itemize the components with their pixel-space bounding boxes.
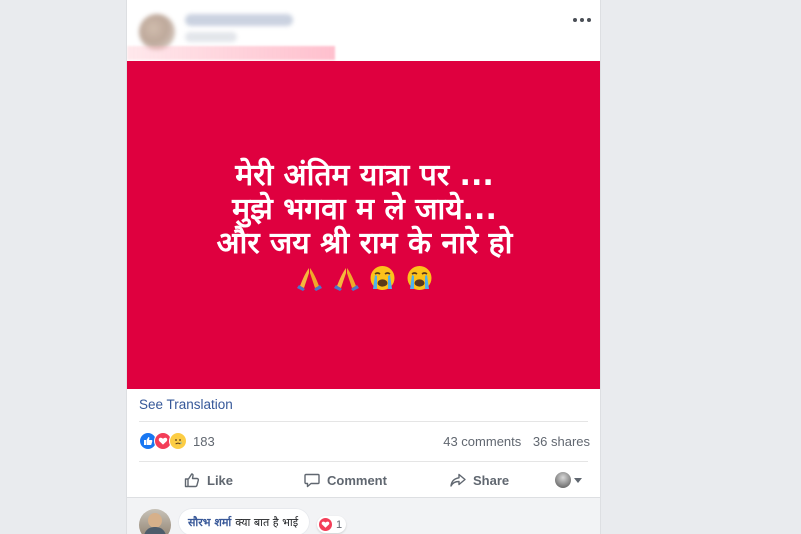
like-button[interactable]: Like: [183, 463, 233, 497]
divider: [139, 421, 588, 422]
author-avatar[interactable]: [139, 14, 175, 50]
caret-down-icon: [574, 477, 582, 483]
engagement-counts: 43 comments 36 shares: [443, 434, 590, 449]
folded-hands-icon: [332, 264, 361, 292]
divider: [139, 461, 588, 462]
post-header: [127, 0, 600, 60]
comment-reaction-badge[interactable]: 1: [317, 516, 347, 533]
post-image[interactable]: मेरी अंतिम यात्रा पर ... मुझे भगवा म ले …: [127, 61, 600, 389]
sad-reaction-icon: [169, 432, 187, 450]
post-image-line-1: मेरी अंतिम यात्रा पर ...: [235, 158, 494, 193]
comment-reaction-count: 1: [336, 518, 343, 531]
thumbs-up-icon: [184, 473, 200, 488]
post-image-text: मेरी अंतिम यात्रा पर ... मुझे भगवा म ले …: [127, 158, 600, 261]
folded-hands-icon: [295, 264, 324, 292]
loudly-crying-face-icon: [368, 264, 397, 292]
reaction-summary[interactable]: 183: [139, 432, 215, 450]
share-button[interactable]: Share: [449, 463, 509, 497]
reaction-count[interactable]: 183: [193, 434, 215, 449]
post-image-line-2: मुझे भगवा म ले जाये...: [232, 192, 497, 227]
comments-section: सौरभ शर्मा क्या बात है भाई 1: [127, 497, 600, 534]
comment-text: क्या बात है भाई: [235, 515, 299, 529]
reaction-icons: [139, 432, 187, 450]
post-timestamp[interactable]: [185, 32, 237, 42]
comments-count-link[interactable]: 43 comments: [443, 434, 521, 449]
comment-button-label: Comment: [327, 472, 387, 488]
comment-author-name[interactable]: सौरभ शर्मा: [188, 515, 231, 530]
comment-button[interactable]: Comment: [303, 463, 387, 497]
post-card: मेरी अंतिम यात्रा पर ... मुझे भगवा म ले …: [126, 0, 601, 534]
share-button-label: Share: [473, 472, 510, 488]
post-actions: Like Comment Share: [139, 463, 590, 497]
comment-bubble-icon: [304, 473, 320, 488]
love-reaction-icon: [318, 517, 333, 532]
see-translation-link[interactable]: See Translation: [139, 397, 233, 412]
loudly-crying-face-icon: [405, 264, 434, 292]
avatar: [555, 472, 571, 488]
like-button-label: Like: [207, 472, 234, 488]
post-image-line-3: और जय श्री राम के नारे हो: [216, 226, 513, 261]
comment-author-avatar[interactable]: [139, 509, 171, 534]
comment-bubble: सौरभ शर्मा क्या बात है भाई: [178, 508, 311, 534]
share-arrow-icon: [450, 473, 466, 487]
author-name[interactable]: [185, 14, 293, 26]
post-image-emoji-row: [127, 263, 600, 292]
header-obscured-area: [127, 46, 335, 60]
more-options-button[interactable]: [570, 8, 594, 32]
shares-count-link[interactable]: 36 shares: [533, 434, 590, 449]
more-dots-icon: [573, 18, 591, 22]
react-as-selector[interactable]: [555, 472, 582, 488]
